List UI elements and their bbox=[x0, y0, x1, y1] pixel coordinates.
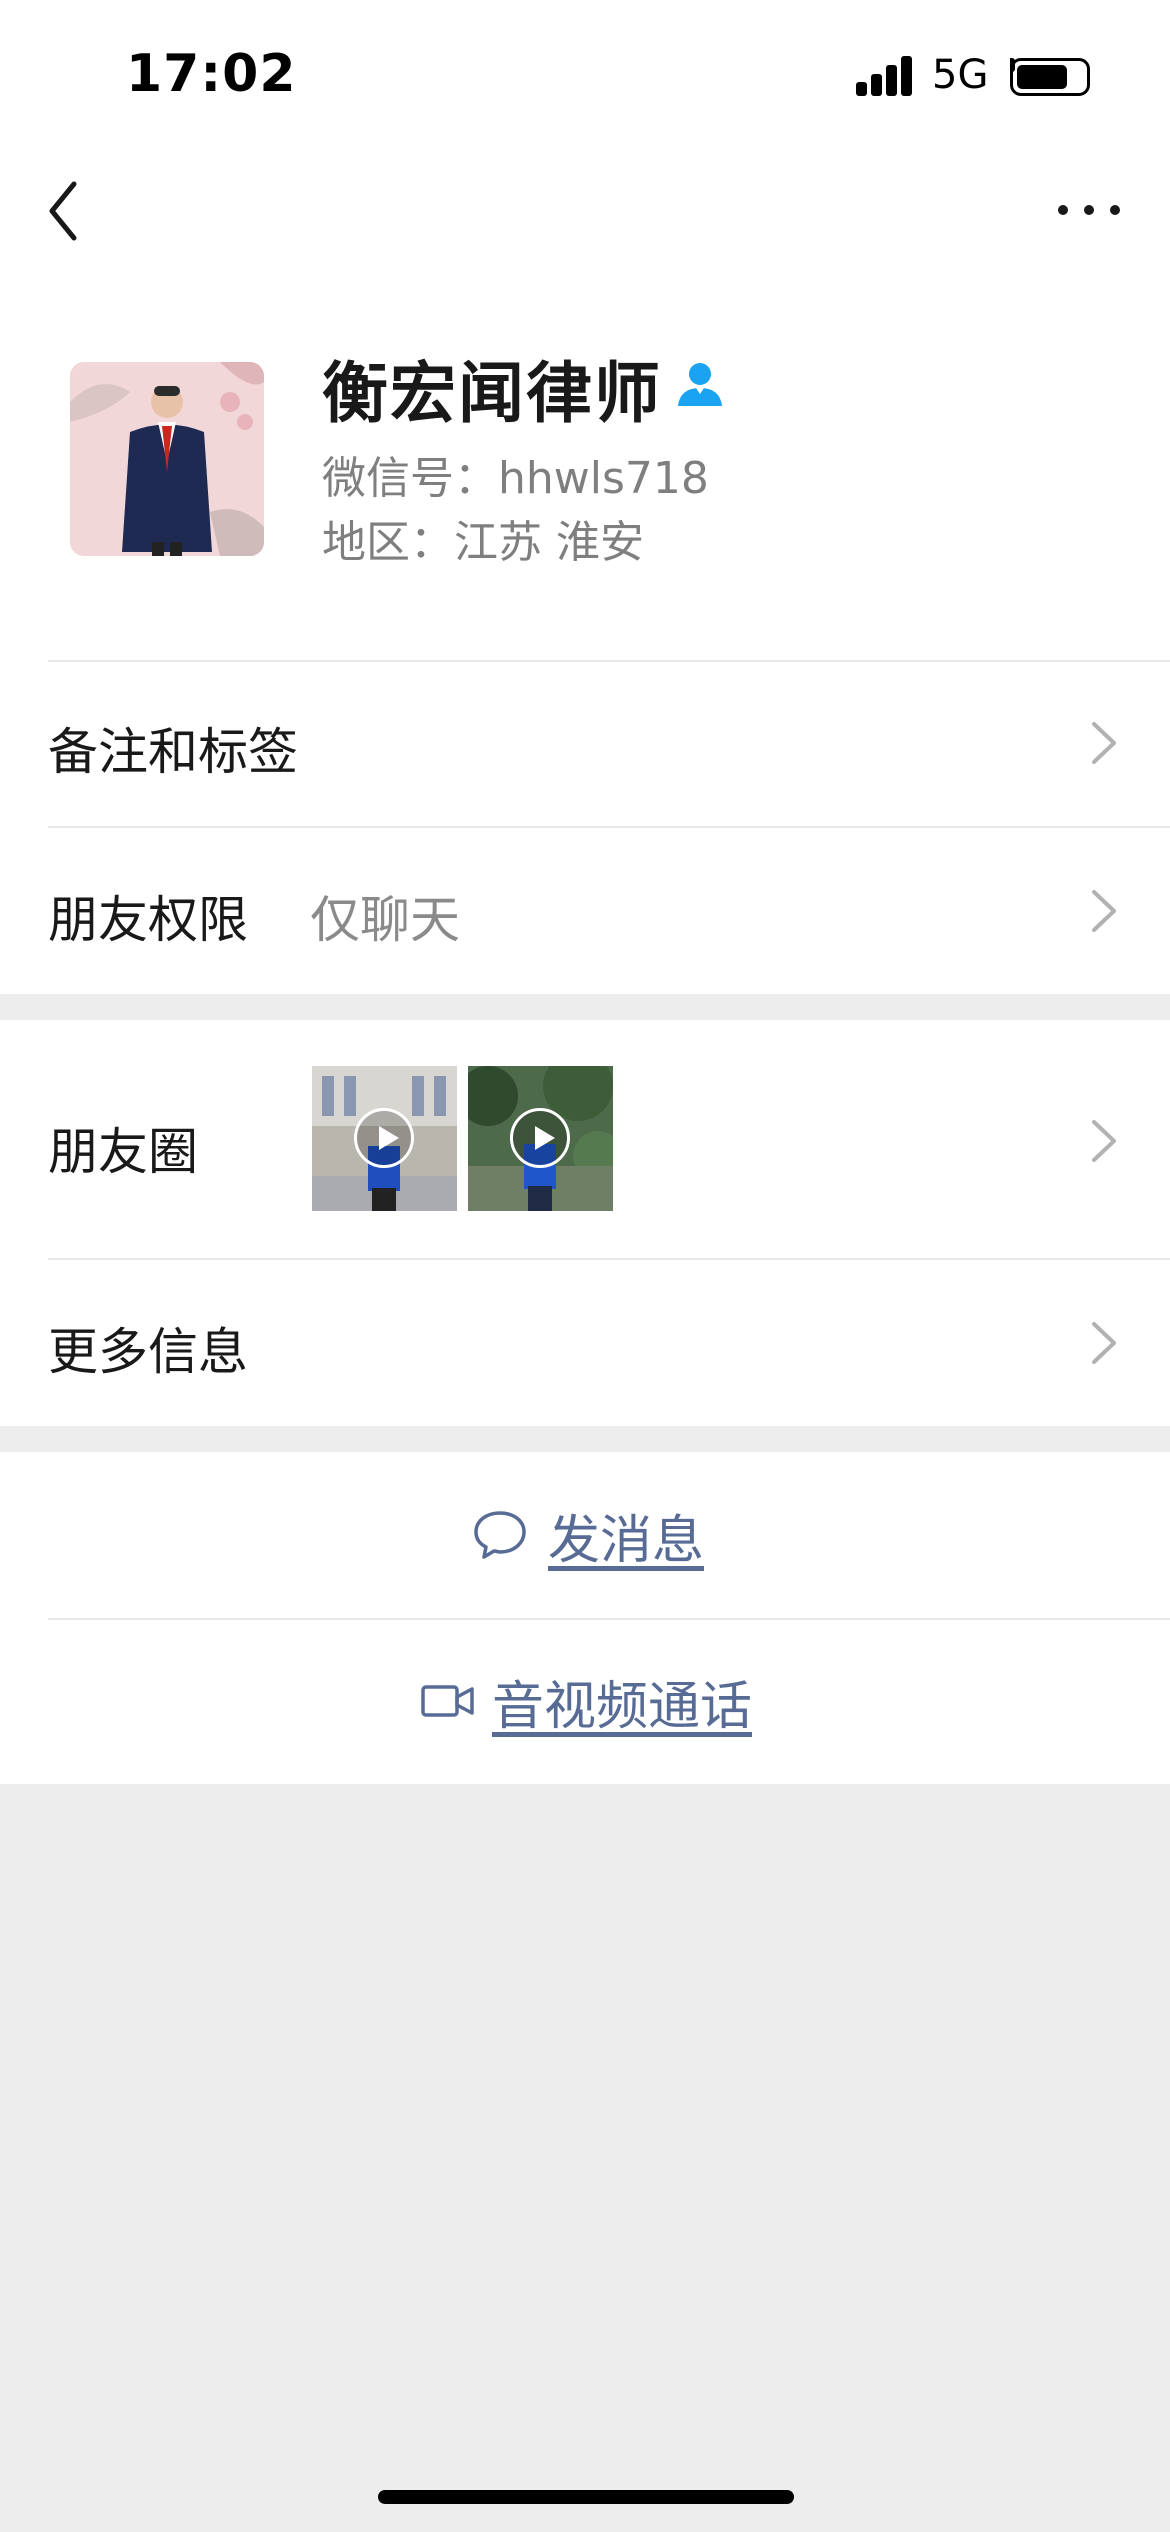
send-message-label: 发消息 bbox=[548, 1510, 705, 1571]
status-bar: 17:02 5G bbox=[0, 0, 1170, 150]
permission-row[interactable]: 朋友权限 仅聊天 bbox=[0, 826, 1170, 994]
video-call-button[interactable]: 音视频通话 bbox=[0, 1618, 1170, 1784]
contact-name: 衡宏闻律师 bbox=[322, 355, 662, 432]
chevron-right-icon bbox=[1092, 1322, 1116, 1364]
person-verified-icon bbox=[678, 363, 722, 406]
battery-nub bbox=[1010, 58, 1015, 72]
region: 地区：江苏 淮安 bbox=[322, 517, 644, 568]
send-message-button[interactable]: 发消息 bbox=[0, 1452, 1170, 1618]
divider bbox=[48, 826, 1170, 828]
more-dots-icon bbox=[1058, 205, 1068, 215]
permission-label: 朋友权限 bbox=[48, 891, 248, 949]
more-dot bbox=[1110, 205, 1120, 215]
chevron-right-icon bbox=[1092, 1120, 1116, 1162]
more-info-row[interactable]: 更多信息 bbox=[0, 1258, 1170, 1426]
back-button[interactable] bbox=[46, 176, 106, 246]
permission-value: 仅聊天 bbox=[310, 891, 460, 949]
signal-icon bbox=[856, 56, 914, 96]
nav-bar bbox=[0, 150, 1170, 270]
divider bbox=[48, 660, 1170, 662]
video-call-label: 音视频通话 bbox=[492, 1676, 753, 1737]
remark-row[interactable]: 备注和标签 bbox=[0, 660, 1170, 826]
moments-thumbnail bbox=[468, 1066, 613, 1211]
chat-bubble-icon bbox=[474, 1511, 526, 1559]
contact-profile-screen: 17:02 5G 衡宏闻律师 微信号：hhwls718 地区：江苏 淮安 备注和… bbox=[0, 0, 1170, 2532]
profile-header: 衡宏闻律师 微信号：hhwls718 地区：江苏 淮安 bbox=[0, 270, 1170, 660]
remark-label: 备注和标签 bbox=[48, 723, 298, 781]
video-camera-icon bbox=[421, 1685, 474, 1717]
home-indicator[interactable] bbox=[378, 2490, 794, 2504]
play-icon bbox=[354, 1108, 414, 1168]
avatar-image bbox=[70, 362, 264, 556]
chevron-right-icon bbox=[1092, 890, 1116, 932]
chevron-right-icon bbox=[1092, 722, 1116, 764]
chevron-left-icon bbox=[49, 181, 77, 241]
wechat-id: 微信号：hhwls718 bbox=[322, 453, 709, 504]
avatar[interactable] bbox=[70, 362, 264, 556]
play-icon bbox=[510, 1108, 570, 1168]
moments-label: 朋友圈 bbox=[48, 1123, 198, 1181]
more-button[interactable] bbox=[1050, 180, 1130, 240]
network-type: 5G bbox=[932, 52, 989, 98]
moments-thumbnail bbox=[312, 1066, 457, 1211]
status-time: 17:02 bbox=[126, 44, 297, 104]
moments-row[interactable]: 朋友圈 bbox=[0, 1020, 1170, 1258]
more-info-label: 更多信息 bbox=[48, 1323, 248, 1381]
divider bbox=[48, 1258, 1170, 1260]
more-dot bbox=[1084, 205, 1094, 215]
battery-icon bbox=[1010, 58, 1090, 96]
